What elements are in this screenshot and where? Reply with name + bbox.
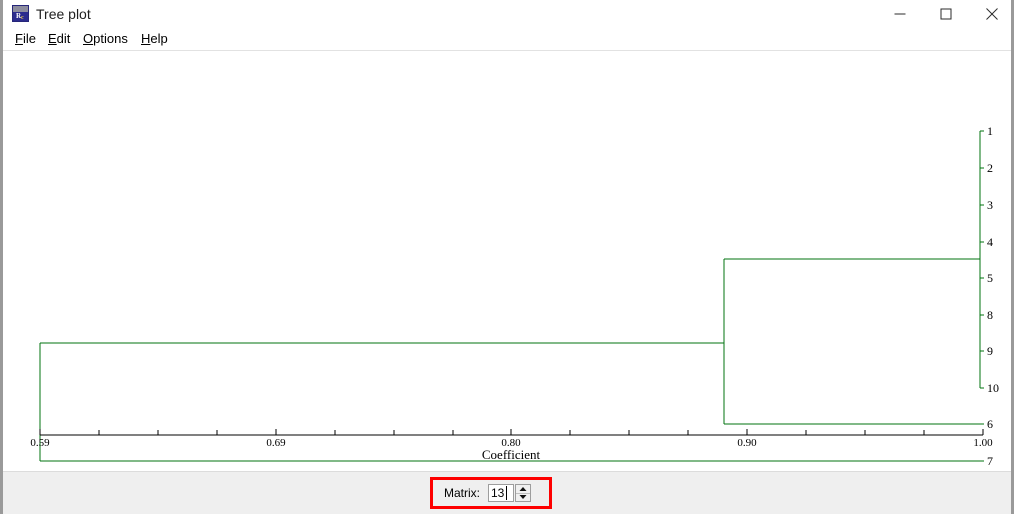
title-bar: R c Tree plot <box>3 0 1011 28</box>
app-icon-letter-c: c <box>21 15 24 21</box>
matrix-input-caret <box>506 486 507 500</box>
x-axis-title: Coefficient <box>482 447 541 462</box>
matrix-label: Matrix: <box>444 486 480 500</box>
leaf-label-6: 6 <box>987 417 993 431</box>
menu-help-rest: elp <box>150 31 168 46</box>
leaf-label-10: 10 <box>987 381 999 395</box>
menu-file-mnemonic: F <box>15 31 23 46</box>
x-tick-label-0.90: 0.90 <box>737 437 757 449</box>
tree-plot-window: R c Tree plot File Edit Options Help 1 2… <box>3 0 1011 514</box>
bottom-toolbar: Matrix: <box>3 471 1011 514</box>
menu-item-help[interactable]: Help <box>137 30 172 47</box>
maximize-icon <box>940 8 951 20</box>
minimize-button[interactable] <box>877 0 922 28</box>
menu-edit-rest: dit <box>56 31 71 46</box>
close-icon <box>985 8 998 20</box>
dendrogram-branches <box>39 130 984 462</box>
leaf-label-7: 7 <box>987 454 993 468</box>
app-icon: R c <box>12 5 29 22</box>
x-tick-label-0.59: 0.59 <box>30 437 50 449</box>
maximize-button[interactable] <box>923 0 968 28</box>
dendrogram-leaf-labels: 1 2 3 4 5 8 9 10 6 7 <box>987 124 999 468</box>
leaf-label-3: 3 <box>987 198 993 212</box>
menu-options-mnemonic: O <box>83 31 94 46</box>
menu-options-rest: ptions <box>93 31 128 46</box>
minimize-icon <box>894 13 905 15</box>
menu-item-edit[interactable]: Edit <box>44 30 74 47</box>
menu-help-mnemonic: H <box>141 31 151 46</box>
dendrogram-plot-area[interactable]: 1 2 3 4 5 8 9 10 6 7 0.59 0.69 0.80 0.90 1.00 Coeffic… <box>3 51 1011 471</box>
menu-bar: File Edit Options Help <box>3 28 1011 50</box>
leaf-label-8: 8 <box>987 308 993 322</box>
leaf-label-1: 1 <box>987 124 993 138</box>
leaf-label-4: 4 <box>987 235 993 249</box>
spinner-down-icon <box>519 495 527 499</box>
close-button[interactable] <box>969 0 1011 28</box>
leaf-label-5: 5 <box>987 271 993 285</box>
x-tick-label-1.00: 1.00 <box>973 437 993 449</box>
menu-file-rest: ile <box>22 31 36 46</box>
matrix-stepper-down-button[interactable] <box>516 493 530 501</box>
menu-item-file[interactable]: File <box>11 30 40 47</box>
menu-edit-mnemonic: E <box>48 31 57 46</box>
matrix-stepper[interactable] <box>515 484 531 502</box>
dendrogram-svg: 12345891067 0.59 0.69 0.80 0.90 1.00 Coeffic… <box>30 124 999 468</box>
window-title: Tree plot <box>36 6 91 22</box>
leaf-label-2: 2 <box>987 161 993 175</box>
menu-item-options[interactable]: Options <box>79 30 132 47</box>
leaf-label-9: 9 <box>987 344 993 358</box>
spinner-up-icon <box>519 487 527 491</box>
x-axis <box>39 429 984 436</box>
matrix-input[interactable] <box>488 484 514 502</box>
x-tick-label-0.69: 0.69 <box>266 437 286 449</box>
